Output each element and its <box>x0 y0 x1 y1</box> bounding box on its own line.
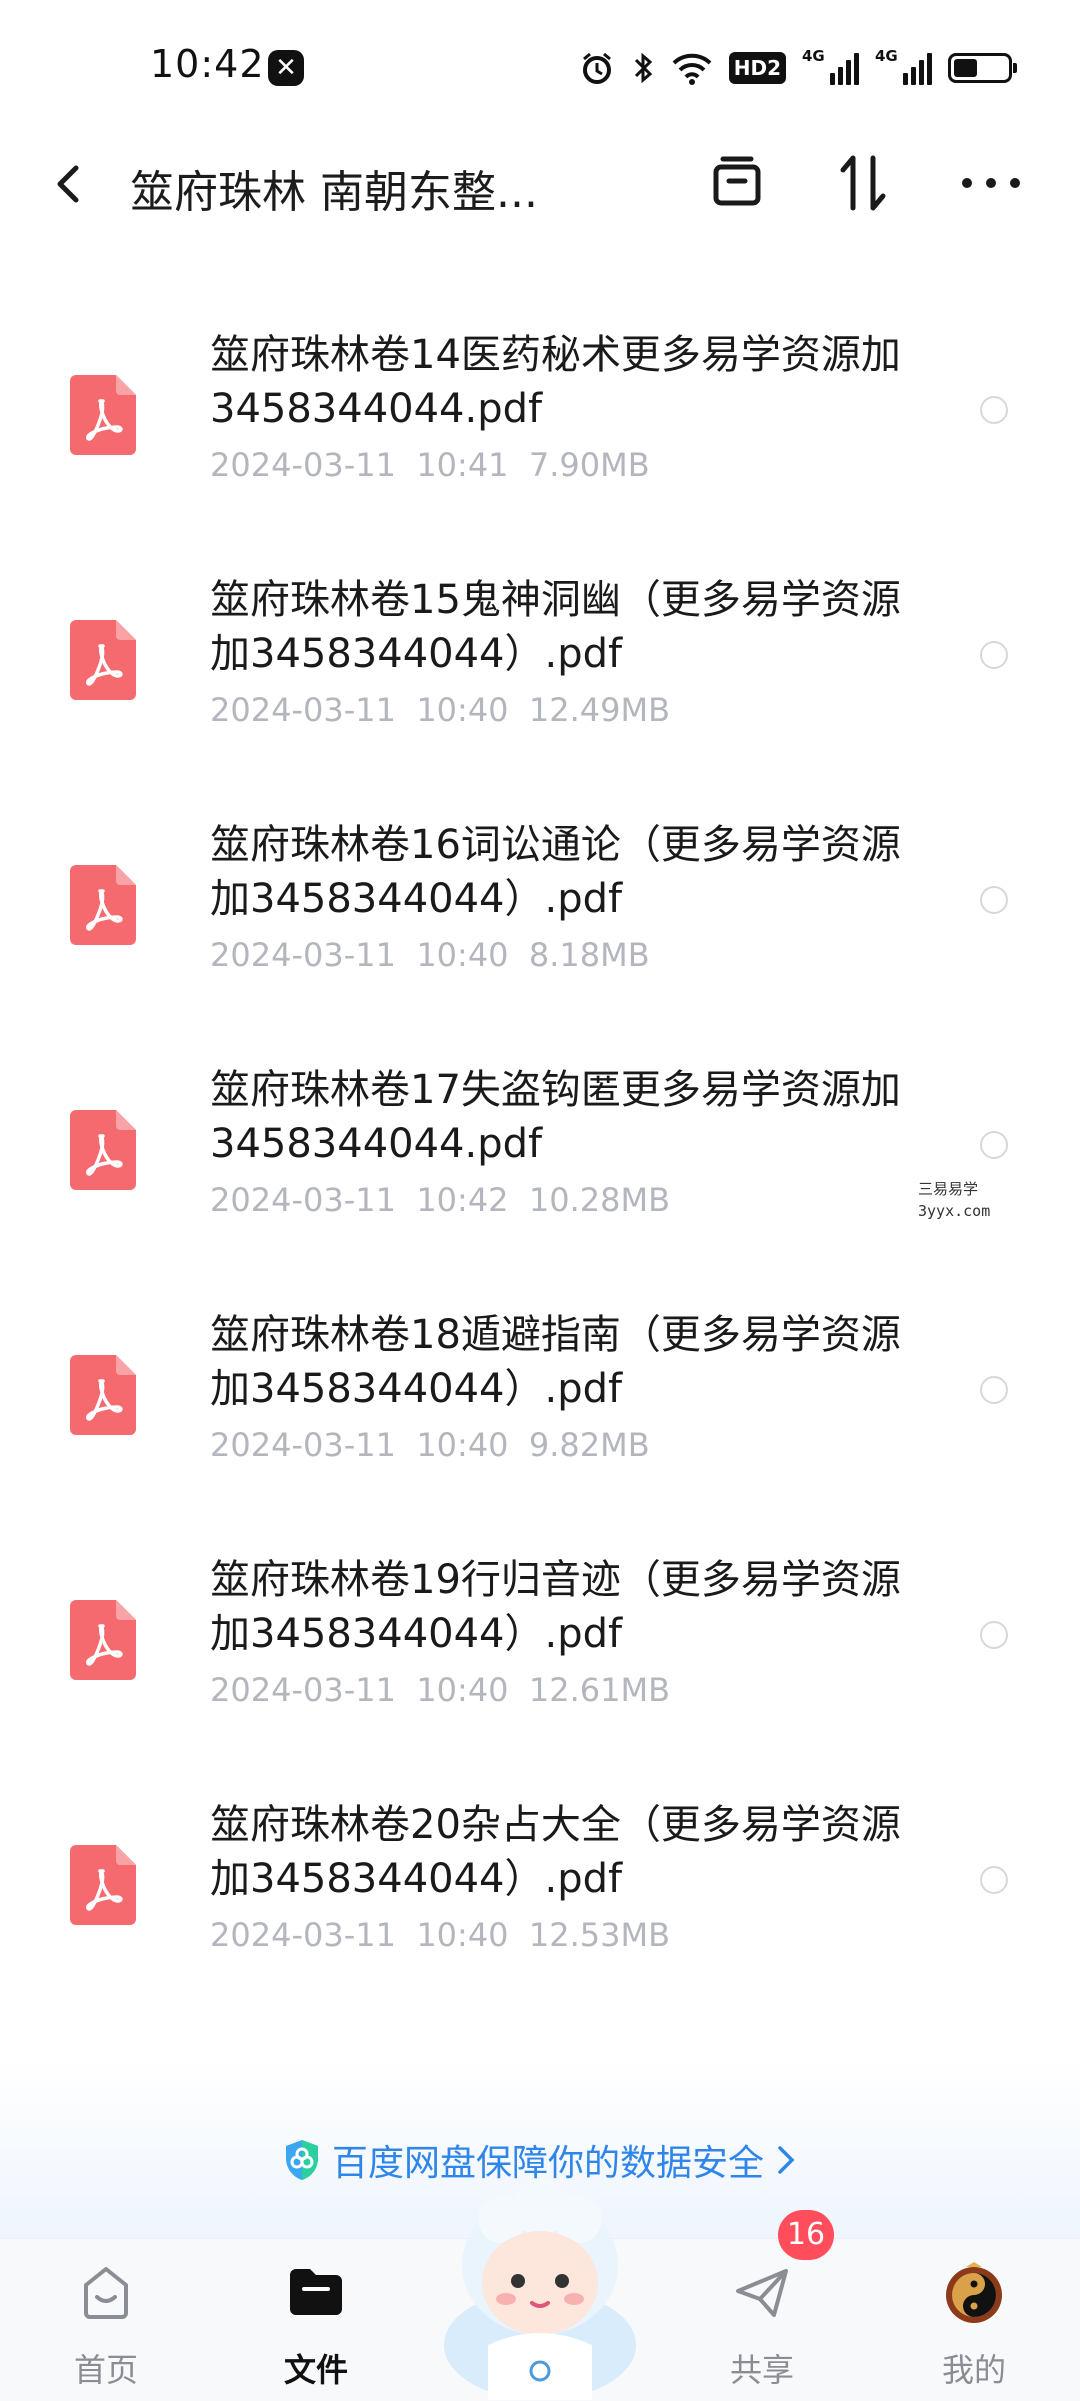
nav-files-label: 文件 <box>283 2351 348 2389</box>
share-count-badge: 16 <box>778 2210 834 2260</box>
signal-icon-sim2: 4G <box>875 47 932 85</box>
watermark-url: 3yyx.com <box>918 1202 991 1220</box>
file-name: 筮府珠林卷17失盗钩匿更多易学资源加3458344044.pdf <box>210 1067 901 1167</box>
chevron-right-icon <box>778 2146 795 2174</box>
file-list: 筮府珠林卷14医药秘术更多易学资源加3458344044.pdf 2024-03… <box>0 290 1080 2005</box>
file-meta: 2024-03-11 10:40 8.18MB <box>210 936 650 974</box>
pdf-file-icon <box>70 865 136 945</box>
file-name: 筮府珠林卷16词讼通论（更多易学资源加3458344044）.pdf <box>210 822 901 922</box>
nav-share[interactable]: 共享 <box>692 2239 832 2401</box>
status-time: 10:42 <box>150 42 265 86</box>
file-meta: 2024-03-11 10:40 12.61MB <box>210 1671 671 1709</box>
more-icon <box>962 178 1020 188</box>
watermark-title: 三易易学 <box>918 1180 979 1198</box>
battery-icon <box>948 53 1017 83</box>
file-name: 筮府珠林卷19行归音迹（更多易学资源加3458344044）.pdf <box>210 1557 901 1657</box>
file-row[interactable]: 筮府珠林卷17失盗钩匿更多易学资源加3458344044.pdf 2024-03… <box>0 1025 1080 1270</box>
page-title: 筮府珠林 南朝东整... <box>130 167 538 218</box>
pdf-file-icon <box>70 375 136 455</box>
select-checkbox[interactable] <box>980 1376 1008 1404</box>
multi-select-button[interactable] <box>702 148 772 218</box>
select-checkbox[interactable] <box>980 396 1008 424</box>
shield-icon <box>285 2140 318 2180</box>
back-button[interactable] <box>40 154 100 214</box>
file-row[interactable]: 筮府珠林卷19行归音迹（更多易学资源加3458344044）.pdf 2024-… <box>0 1515 1080 1760</box>
select-checkbox[interactable] <box>980 886 1008 914</box>
file-row[interactable]: 筮府珠林卷20杂占大全（更多易学资源加3458344044）.pdf 2024-… <box>0 1760 1080 2005</box>
signal-icon-sim1: 4G <box>802 47 859 85</box>
app-notification-icon: ✕ <box>268 50 304 86</box>
nav-share-label: 共享 <box>729 2351 794 2389</box>
select-box-icon <box>713 156 761 206</box>
file-meta: 2024-03-11 10:41 7.90MB <box>210 446 650 484</box>
chevron-left-icon <box>57 165 79 203</box>
home-icon <box>84 2267 128 2319</box>
file-row[interactable]: 筮府珠林卷16词讼通论（更多易学资源加3458344044）.pdf 2024-… <box>0 780 1080 1025</box>
file-meta: 2024-03-11 10:40 9.82MB <box>210 1426 650 1464</box>
network-type-label: 4G <box>875 47 898 65</box>
file-name: 筮府珠林卷14医药秘术更多易学资源加3458344044.pdf <box>210 332 901 432</box>
pdf-file-icon <box>70 620 136 700</box>
file-name: 筮府珠林卷15鬼神洞幽（更多易学资源加3458344044）.pdf <box>210 577 901 677</box>
wifi-icon <box>671 51 713 85</box>
nav-mine[interactable]: 我的 <box>904 2239 1044 2401</box>
bluetooth-icon <box>631 50 655 86</box>
user-avatar-icon <box>946 2262 1002 2323</box>
file-meta: 2024-03-11 10:40 12.49MB <box>210 691 671 729</box>
pdf-file-icon <box>70 1110 136 1190</box>
folder-icon <box>290 2269 342 2315</box>
send-icon <box>736 2269 788 2317</box>
file-row[interactable]: 筮府珠林卷15鬼神洞幽（更多易学资源加3458344044）.pdf 2024-… <box>0 535 1080 780</box>
hd-voice-icon: HD2 <box>728 52 786 84</box>
nav-home[interactable]: 首页 <box>36 2239 176 2401</box>
top-bar: 筮府珠林 南朝东整... <box>0 130 1080 250</box>
more-options-button[interactable] <box>956 148 1026 218</box>
file-row[interactable]: 筮府珠林卷18遁避指南（更多易学资源加3458344044）.pdf 2024-… <box>0 1270 1080 1515</box>
nav-home-label: 首页 <box>73 2351 138 2389</box>
select-checkbox[interactable] <box>980 1866 1008 1894</box>
nav-mine-label: 我的 <box>941 2351 1006 2389</box>
file-name: 筮府珠林卷20杂占大全（更多易学资源加3458344044）.pdf <box>210 1802 901 1902</box>
pdf-file-icon <box>70 1355 136 1435</box>
network-type-label: 4G <box>802 47 825 65</box>
select-checkbox[interactable] <box>980 1131 1008 1159</box>
watermark: 三易易学 3yyx.com <box>918 1178 990 1222</box>
pdf-file-icon <box>70 1845 136 1925</box>
sort-icon <box>840 155 886 211</box>
status-icons: HD2 4G 4G <box>579 46 1017 90</box>
nav-files[interactable]: 文件 <box>246 2239 386 2401</box>
select-checkbox[interactable] <box>980 1621 1008 1649</box>
sort-button[interactable] <box>828 148 898 218</box>
file-name: 筮府珠林卷18遁避指南（更多易学资源加3458344044）.pdf <box>210 1312 901 1412</box>
pdf-file-icon <box>70 1600 136 1680</box>
file-meta: 2024-03-11 10:42 10.28MB <box>210 1181 671 1219</box>
file-row[interactable]: 筮府珠林卷14医药秘术更多易学资源加3458344044.pdf 2024-03… <box>0 290 1080 535</box>
status-bar: 10:42 ✕ HD2 4G 4G <box>0 0 1080 140</box>
alarm-icon <box>579 50 615 86</box>
file-meta: 2024-03-11 10:40 12.53MB <box>210 1916 671 1954</box>
select-checkbox[interactable] <box>980 641 1008 669</box>
mascot-assistant-button[interactable] <box>430 2175 650 2400</box>
